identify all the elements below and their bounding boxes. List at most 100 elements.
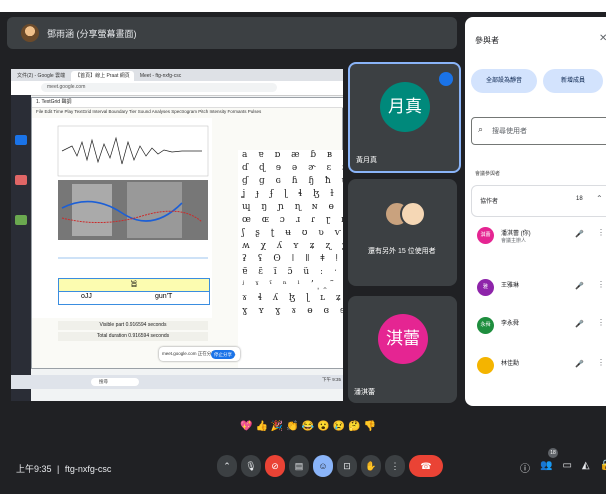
ipa-row: ʍ χ ʎ ʏ ʑ ʐ ʒ ʔ ʕ bbox=[242, 241, 343, 251]
avatar bbox=[477, 357, 494, 374]
collaborators-group[interactable]: 協作者 18 ⌃ bbox=[471, 185, 606, 217]
search-placeholder: 搜尋使用者 bbox=[492, 128, 527, 135]
browser-tab: Meet - ftg-nxfg-csc bbox=[139, 73, 182, 79]
participant-row[interactable]: 林佳勳 🎤 ⋮ bbox=[471, 353, 606, 383]
participants-panel: 參與者 ✕ 全部設為靜音 新增成員 ⌕ 搜尋使用者 會議參與者 協作者 18 ⌃… bbox=[465, 17, 606, 406]
tile-name: 潘淇蕾 bbox=[354, 389, 375, 396]
add-people-button[interactable]: 新增成員 bbox=[543, 69, 603, 93]
meeting-code: ftg-nxfg-csc bbox=[64, 464, 112, 474]
present-icon[interactable]: ⊡ bbox=[337, 455, 357, 477]
divider: | bbox=[57, 464, 60, 474]
participant-role: 會議主辦人 bbox=[501, 238, 527, 244]
browser-tab: 文件(2) - Google 雲端 bbox=[17, 73, 66, 79]
mic-off-icon[interactable]: 🎤 bbox=[575, 230, 584, 238]
top-strip bbox=[0, 0, 606, 12]
participant-row[interactable]: 永舜 李永舜 🎤 ⋮ bbox=[471, 313, 606, 343]
leave-call-icon[interactable]: ☎ bbox=[409, 455, 443, 477]
mic-off-icon[interactable]: 🎤 bbox=[575, 320, 584, 328]
participant-row[interactable]: 雅 王雅琳 🎤 ⋮ bbox=[471, 275, 606, 305]
ipa-row: ɣ ʏ ɣ ɤ ɵ ɞ ɘ ɕ ɟ bbox=[242, 306, 343, 316]
reaction-emoji[interactable]: 🎉 bbox=[271, 421, 283, 432]
taskbar-search: 搜尋 bbox=[91, 378, 139, 386]
praat-window: 1. TextGrid 聲調 File Edit Time Play TextG… bbox=[31, 97, 343, 369]
participant-name: 林佳勳 bbox=[501, 361, 520, 367]
reaction-emoji[interactable]: 😮 bbox=[317, 421, 329, 432]
reaction-emoji[interactable]: 😂 bbox=[302, 421, 314, 432]
mic-off-icon[interactable]: 🎤 bbox=[575, 360, 584, 368]
participant-name: 潘淇蕾 (你) bbox=[501, 231, 531, 237]
emoji-icon[interactable]: ☺ bbox=[313, 455, 333, 477]
more-options-icon[interactable]: ⋮ bbox=[597, 358, 605, 367]
participant-row[interactable]: 淇蕾 潘淇蕾 (你) 會議主辦人 🎤 ⋮ bbox=[471, 223, 606, 253]
textgrid-tier-2: oJJ gun'T bbox=[58, 291, 210, 305]
chat-icon[interactable]: ▭ bbox=[562, 460, 571, 475]
mute-all-button[interactable]: 全部設為靜音 bbox=[471, 69, 537, 93]
camera-off-icon[interactable]: ⊘ bbox=[265, 455, 285, 477]
ipa-row: ɗ ɖ ɘ ə ɚ ɛ ɜ ɟ ʄ bbox=[242, 163, 343, 173]
avatar: 永舜 bbox=[477, 317, 494, 334]
visible-part-label: Visible part 0.916594 seconds bbox=[58, 321, 208, 330]
browser-tab: 【首頁】線上 Praat 網頁 bbox=[71, 71, 134, 81]
reaction-emoji[interactable]: 👎 bbox=[364, 421, 376, 432]
more-options-icon[interactable]: ⋮ bbox=[597, 280, 605, 289]
stop-share-button[interactable]: 停止分享 bbox=[211, 350, 235, 359]
avatar bbox=[400, 201, 426, 227]
info-icon[interactable]: ⓘ bbox=[520, 460, 530, 475]
close-icon[interactable]: ✕ bbox=[599, 33, 606, 44]
avatar: 雅 bbox=[477, 279, 494, 296]
sidebar-block bbox=[15, 215, 27, 225]
mic-icon[interactable]: 🎙 bbox=[241, 455, 261, 477]
tier-label-left: oJJ bbox=[81, 293, 92, 300]
presenter-bar: 鄧雨涵 (分享螢幕畫面) bbox=[7, 17, 457, 49]
browser-tab-strip: 文件(2) - Google 雲端 【首頁】線上 Praat 網頁 Meet -… bbox=[11, 69, 343, 81]
ipa-row: ʲ ˠ ˤ ⁿ ˡ ʼ ̩ ̯ ̃ bbox=[242, 280, 339, 290]
ipa-row: ɤ ɬ ʎ ɮ ɭ ʟ ʑ ʐ ʒ bbox=[242, 293, 343, 303]
panel-title: 參與者 bbox=[475, 36, 499, 45]
avatar: 淇蕾 bbox=[477, 227, 494, 244]
meeting-info: 上午9:35 | ftg-nxfg-csc bbox=[16, 462, 111, 475]
participant-name: 李永舜 bbox=[501, 321, 520, 327]
group-count: 18 bbox=[576, 196, 583, 202]
ipa-row: ʡ ʢ ʘ ǀ ǁ ǂ ǃ ˈ ˌ bbox=[242, 254, 343, 264]
reaction-emoji[interactable]: 👏 bbox=[286, 421, 298, 432]
praat-menu: File Edit Time Play TextGrid Interval Bo… bbox=[36, 109, 262, 114]
chevron-up-icon[interactable]: ⌃ bbox=[596, 194, 603, 203]
more-options-icon[interactable]: ⋮ bbox=[385, 455, 405, 477]
ipa-row: a ɐ ɒ æ ɓ ʙ ç ɕ ð bbox=[242, 150, 343, 160]
ipa-row: ɠ ɡ ɢ ɦ ɧ ħ ɥ ɪ ɨ bbox=[242, 176, 343, 186]
mic-chevron-icon[interactable]: ⌃ bbox=[217, 455, 237, 477]
search-input[interactable]: ⌕ 搜尋使用者 bbox=[471, 117, 606, 145]
presenter-name: 鄧雨涵 (分享螢幕畫面) bbox=[47, 28, 137, 39]
reaction-emoji[interactable]: 🤔 bbox=[348, 421, 360, 432]
total-duration-label: Total duration 0.916594 seconds bbox=[58, 332, 208, 341]
presenter-avatar bbox=[21, 24, 39, 42]
speaking-indicator-icon bbox=[439, 72, 453, 86]
reaction-emoji[interactable]: 😢 bbox=[333, 421, 345, 432]
reaction-emoji[interactable]: 👍 bbox=[255, 421, 267, 432]
raise-hand-icon[interactable]: ✋ bbox=[361, 455, 381, 477]
tile-name: 黃月真 bbox=[356, 157, 377, 164]
participant-tile[interactable]: 月真 黃月真 bbox=[348, 62, 461, 173]
others-tile[interactable]: 還有另外 15 位使用者 bbox=[348, 179, 457, 286]
mic-off-icon[interactable]: 🎤 bbox=[575, 282, 584, 290]
participant-tile[interactable]: 淇蕾 潘淇蕾 bbox=[348, 296, 457, 403]
tier-label-right: gun'T bbox=[155, 293, 173, 300]
app-sidebar bbox=[11, 95, 31, 401]
people-icon[interactable]: 👥 bbox=[540, 460, 552, 475]
more-options-icon[interactable]: ⋮ bbox=[597, 318, 605, 327]
search-icon: ⌕ bbox=[478, 124, 484, 134]
time-label: 上午9:35 bbox=[16, 464, 52, 474]
tile-name: 還有另外 15 位使用者 bbox=[368, 248, 436, 255]
tile-avatar: 月真 bbox=[380, 82, 430, 132]
lock-icon[interactable]: 🔒 bbox=[600, 460, 606, 475]
ipa-row: ʝ ɟ ʄ ɭ ɬ ɮ ɫ ɱ ɯ bbox=[242, 189, 343, 199]
participant-count-badge: 18 bbox=[548, 448, 558, 458]
reaction-emoji[interactable]: 💖 bbox=[240, 421, 252, 432]
ipa-row: ɐ̃ ɛ̃ ĩ ɔ̃ ũ ː ˑ ʰ ʷ bbox=[242, 267, 343, 277]
textgrid-tier-1: 旨 bbox=[58, 278, 210, 292]
sidebar-block bbox=[15, 135, 27, 145]
more-options-icon[interactable]: ⋮ bbox=[597, 228, 605, 237]
captions-icon[interactable]: ▤ bbox=[289, 455, 309, 477]
ipa-chart: a ɐ ɒ æ ɓ ʙ ç ɕ ð ɗ ɖ ɘ ə ɚ ɛ ɜ ɟ ʄ ɠ ɡ ɢ … bbox=[238, 150, 343, 368]
activities-icon[interactable]: ◭ bbox=[582, 460, 590, 475]
